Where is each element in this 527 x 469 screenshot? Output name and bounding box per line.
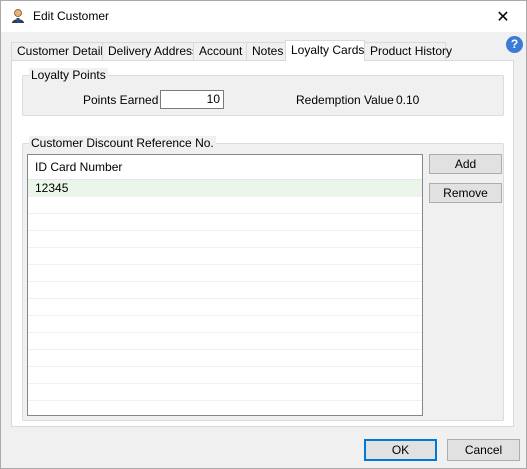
id-card-list[interactable]: ID Card Number 12345 <box>27 154 423 416</box>
empty-row <box>28 265 422 282</box>
redemption-value: 0.10 <box>396 93 420 107</box>
close-button[interactable]: ✕ <box>480 1 526 32</box>
empty-row <box>28 367 422 384</box>
tab-loyalty-cards[interactable]: Loyalty Cards <box>285 40 365 61</box>
tab-customer-details[interactable]: Customer Details <box>11 42 109 60</box>
loyalty-points-group: Loyalty Points Points Earned 10 Redempti… <box>22 68 504 116</box>
redemption-value-label: Redemption Value <box>296 93 394 107</box>
loyalty-cards-panel: Loyalty Points Points Earned 10 Redempti… <box>11 60 514 427</box>
title-bar: Edit Customer ✕ <box>1 1 526 32</box>
list-item[interactable]: 12345 <box>28 180 422 197</box>
empty-row <box>28 350 422 367</box>
tab-account[interactable]: Account <box>193 42 247 60</box>
empty-row <box>28 299 422 316</box>
empty-row <box>28 214 422 231</box>
help-icon[interactable]: ? <box>506 36 523 53</box>
empty-row <box>28 384 422 401</box>
tab-notes[interactable]: Notes <box>246 42 286 60</box>
empty-row <box>28 316 422 333</box>
points-earned-label: Points Earned <box>83 93 159 107</box>
column-header-id-card-number[interactable]: ID Card Number <box>28 155 422 180</box>
tab-product-history[interactable]: Product History <box>364 42 452 60</box>
window-title: Edit Customer <box>33 9 110 23</box>
discount-reference-group: Customer Discount Reference No. ID Card … <box>22 136 504 421</box>
cancel-button[interactable]: Cancel <box>447 439 520 461</box>
discount-reference-label: Customer Discount Reference No. <box>29 136 216 150</box>
close-icon: ✕ <box>496 8 510 26</box>
tab-delivery-address[interactable]: Delivery Address <box>102 42 198 60</box>
empty-row <box>28 282 422 299</box>
user-icon <box>12 9 24 23</box>
empty-row <box>28 333 422 350</box>
points-earned-field[interactable]: 10 <box>160 90 224 109</box>
add-button[interactable]: Add <box>429 154 502 174</box>
empty-row <box>28 197 422 214</box>
edit-customer-dialog: Edit Customer ✕ ? Customer Details Deliv… <box>0 0 527 469</box>
empty-row <box>28 248 422 265</box>
ok-button[interactable]: OK <box>364 439 437 461</box>
remove-button[interactable]: Remove <box>429 183 502 203</box>
loyalty-points-label: Loyalty Points <box>29 68 108 82</box>
empty-row <box>28 231 422 248</box>
